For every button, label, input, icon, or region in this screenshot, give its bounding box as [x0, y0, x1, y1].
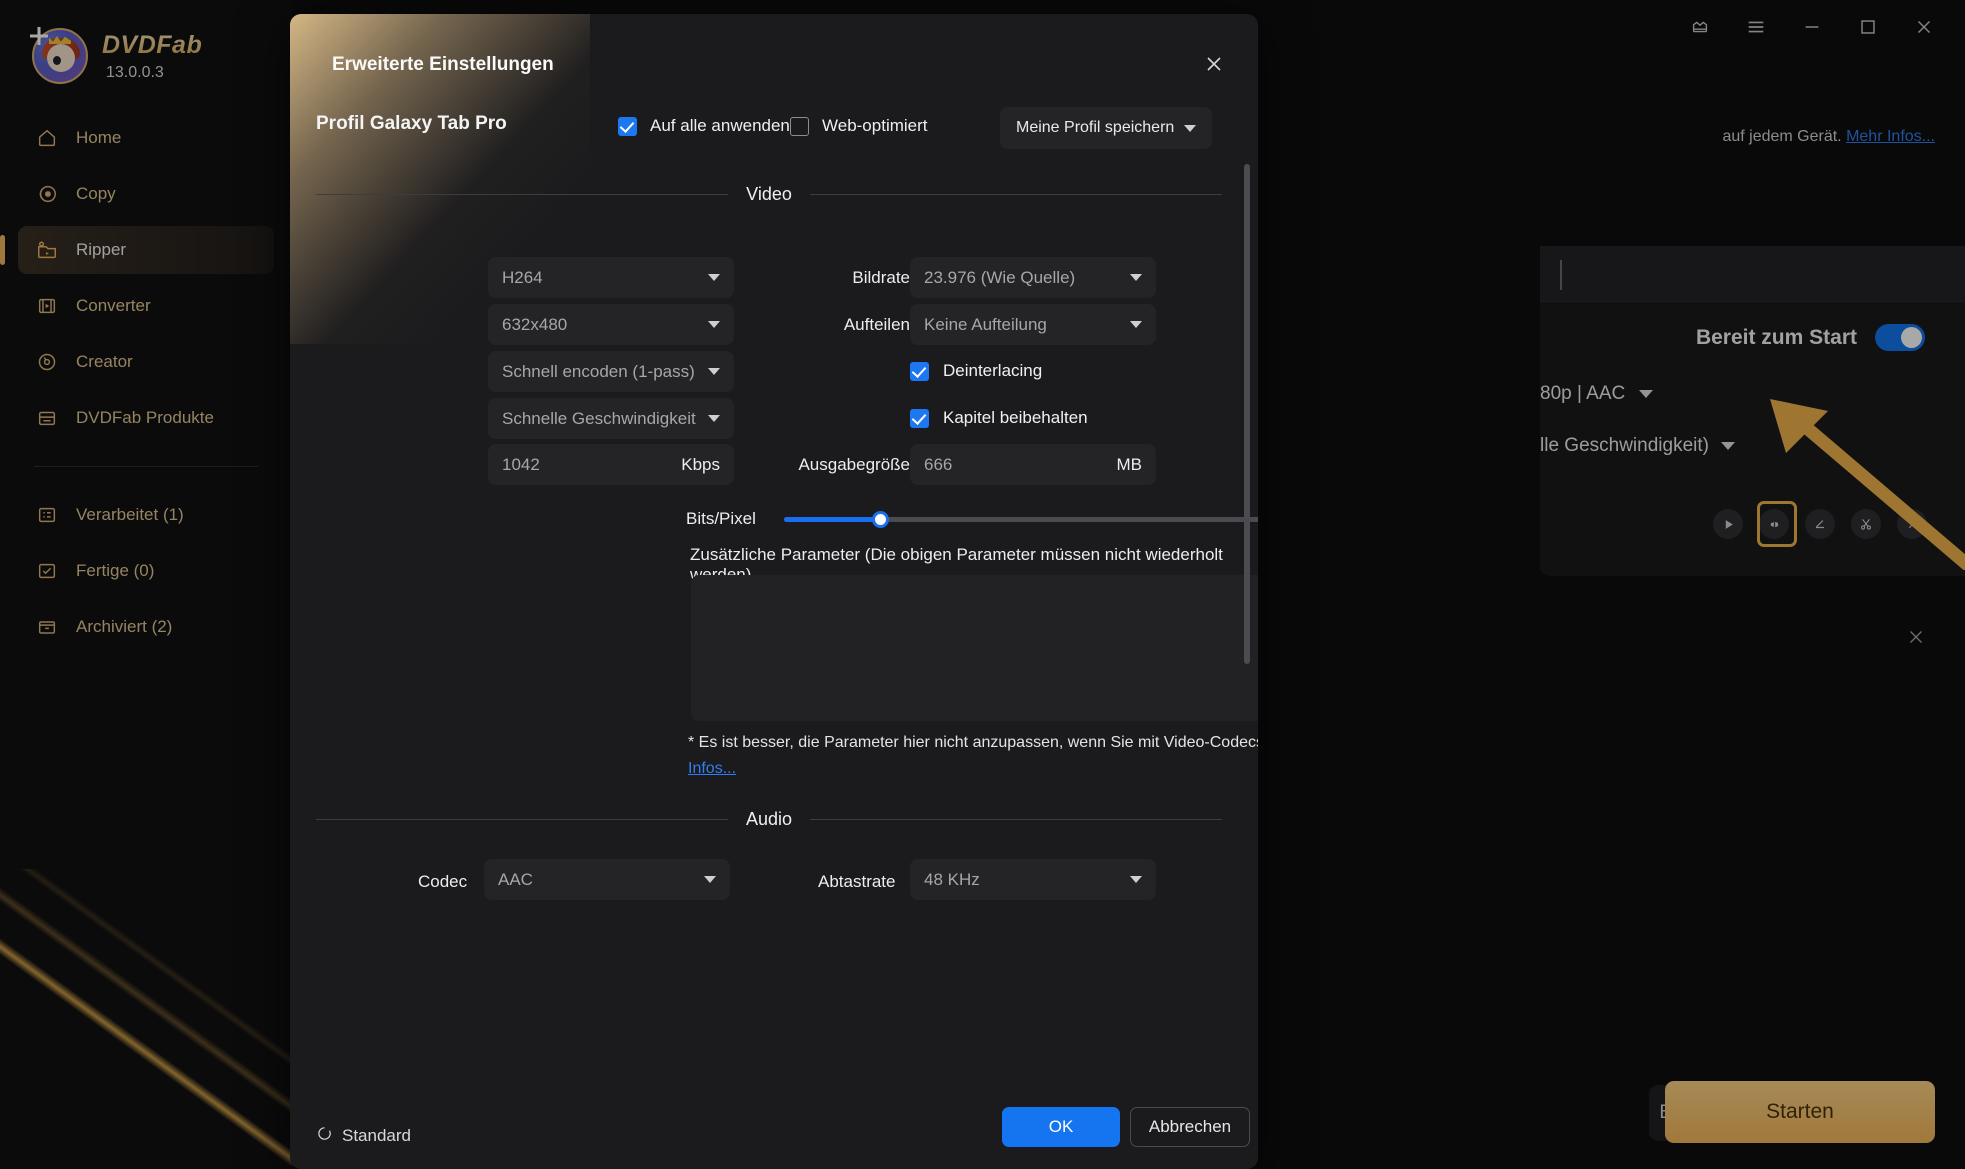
bits-per-pixel-slider[interactable] — [784, 517, 1258, 522]
divider-line — [316, 194, 728, 195]
chevron-down-icon — [708, 274, 720, 281]
audio-codec-select[interactable]: AAC — [484, 859, 730, 900]
divider-line — [316, 819, 728, 820]
chevron-down-icon — [708, 415, 720, 422]
apply-to-all-checkbox[interactable]: Auf alle anwenden — [618, 116, 790, 136]
framerate-select[interactable]: 23.976 (Wie Quelle) — [910, 257, 1156, 298]
web-optimized-checkbox[interactable]: Web-optimiert — [790, 116, 928, 136]
apply-to-all-label: Auf alle anwenden — [650, 116, 790, 136]
keep-chapters-label: Kapitel beibehalten — [943, 408, 1088, 428]
video-section-header: Video — [316, 184, 1222, 205]
web-optimized-label: Web-optimiert — [822, 116, 928, 136]
split-label: Aufteilen — [750, 315, 910, 335]
chevron-down-icon — [1130, 876, 1142, 883]
bitrate-input[interactable]: 1042 Kbps — [488, 444, 734, 485]
extra-params-input[interactable] — [691, 575, 1258, 721]
bits-per-pixel-label: Bits/Pixel — [686, 509, 756, 529]
chevron-down-icon — [1184, 125, 1196, 132]
deinterlacing-checkbox[interactable]: Deinterlacing — [910, 361, 1042, 381]
split-select[interactable]: Keine Aufteilung — [910, 304, 1156, 345]
dialog-scrollbar[interactable] — [1244, 164, 1250, 664]
checkbox-box — [790, 117, 809, 136]
checkbox-box — [618, 117, 637, 136]
output-size-unit: MB — [1117, 455, 1143, 475]
slider-fill — [784, 517, 880, 522]
chevron-down-icon — [1130, 321, 1142, 328]
checkbox-box — [910, 409, 929, 428]
sample-rate-label: Abtastrate — [818, 872, 896, 892]
codec-warning-note: * Es ist besser, die Parameter hier nich… — [688, 730, 1258, 782]
standard-label: Standard — [342, 1126, 411, 1146]
audio-codec-label: Codec — [418, 872, 467, 892]
dialog-title: Erweiterte Einstellungen — [332, 54, 554, 76]
advanced-settings-dialog: Erweiterte Einstellungen Profil Galaxy T… — [290, 14, 1258, 1169]
reset-icon — [316, 1125, 333, 1147]
codec-select[interactable]: H264 — [488, 257, 734, 298]
save-profile-dropdown[interactable]: Meine Profil speichern — [1000, 107, 1212, 149]
sample-rate-select[interactable]: 48 KHz — [910, 859, 1156, 900]
standard-reset-button[interactable]: Standard — [316, 1125, 411, 1147]
encoding-method-value: Schnell encoden (1-pass) — [502, 362, 695, 382]
audio-section-label: Audio — [746, 809, 792, 830]
chevron-down-icon — [708, 321, 720, 328]
video-quality-value: Schnelle Geschwindigkeit — [502, 409, 696, 429]
framerate-label: Bildrate — [750, 268, 910, 288]
audio-codec-value: AAC — [498, 870, 533, 890]
output-size-value: 666 — [924, 455, 952, 475]
framerate-value: 23.976 (Wie Quelle) — [924, 268, 1075, 288]
deinterlacing-label: Deinterlacing — [943, 361, 1042, 381]
note-text: * Es ist besser, die Parameter hier nich… — [688, 734, 1258, 751]
video-quality-select[interactable]: Schnelle Geschwindigkeit — [488, 398, 734, 439]
resolution-select[interactable]: 632x480 — [488, 304, 734, 345]
slider-handle[interactable] — [872, 511, 889, 528]
dialog-footer: Standard OK Abbrechen — [290, 1109, 1258, 1169]
cancel-button[interactable]: Abbrechen — [1130, 1107, 1250, 1147]
split-value: Keine Aufteilung — [924, 315, 1047, 335]
checkbox-box — [910, 362, 929, 381]
audio-section-header: Audio — [316, 809, 1222, 830]
divider-line — [810, 819, 1222, 820]
divider-line — [810, 194, 1222, 195]
profile-label: Profil Galaxy Tab Pro — [316, 113, 507, 135]
keep-chapters-checkbox[interactable]: Kapitel beibehalten — [910, 408, 1088, 428]
encoding-method-select[interactable]: Schnell encoden (1-pass) — [488, 351, 734, 392]
ok-button[interactable]: OK — [1002, 1107, 1120, 1147]
chevron-down-icon — [704, 876, 716, 883]
resolution-value: 632x480 — [502, 315, 567, 335]
output-size-label: Ausgabegröße — [710, 455, 910, 475]
save-profile-label: Meine Profil speichern — [1016, 119, 1174, 137]
video-section-label: Video — [746, 184, 792, 205]
profile-row: Profil Galaxy Tab Pro Auf alle anwenden … — [290, 109, 1258, 153]
chevron-down-icon — [1130, 274, 1142, 281]
sample-rate-value: 48 KHz — [924, 870, 980, 890]
close-icon[interactable] — [1202, 52, 1226, 76]
chevron-down-icon — [708, 368, 720, 375]
codec-value: H264 — [502, 268, 543, 288]
output-size-input[interactable]: 666 MB — [910, 444, 1156, 485]
bitrate-value: 1042 — [502, 455, 540, 475]
